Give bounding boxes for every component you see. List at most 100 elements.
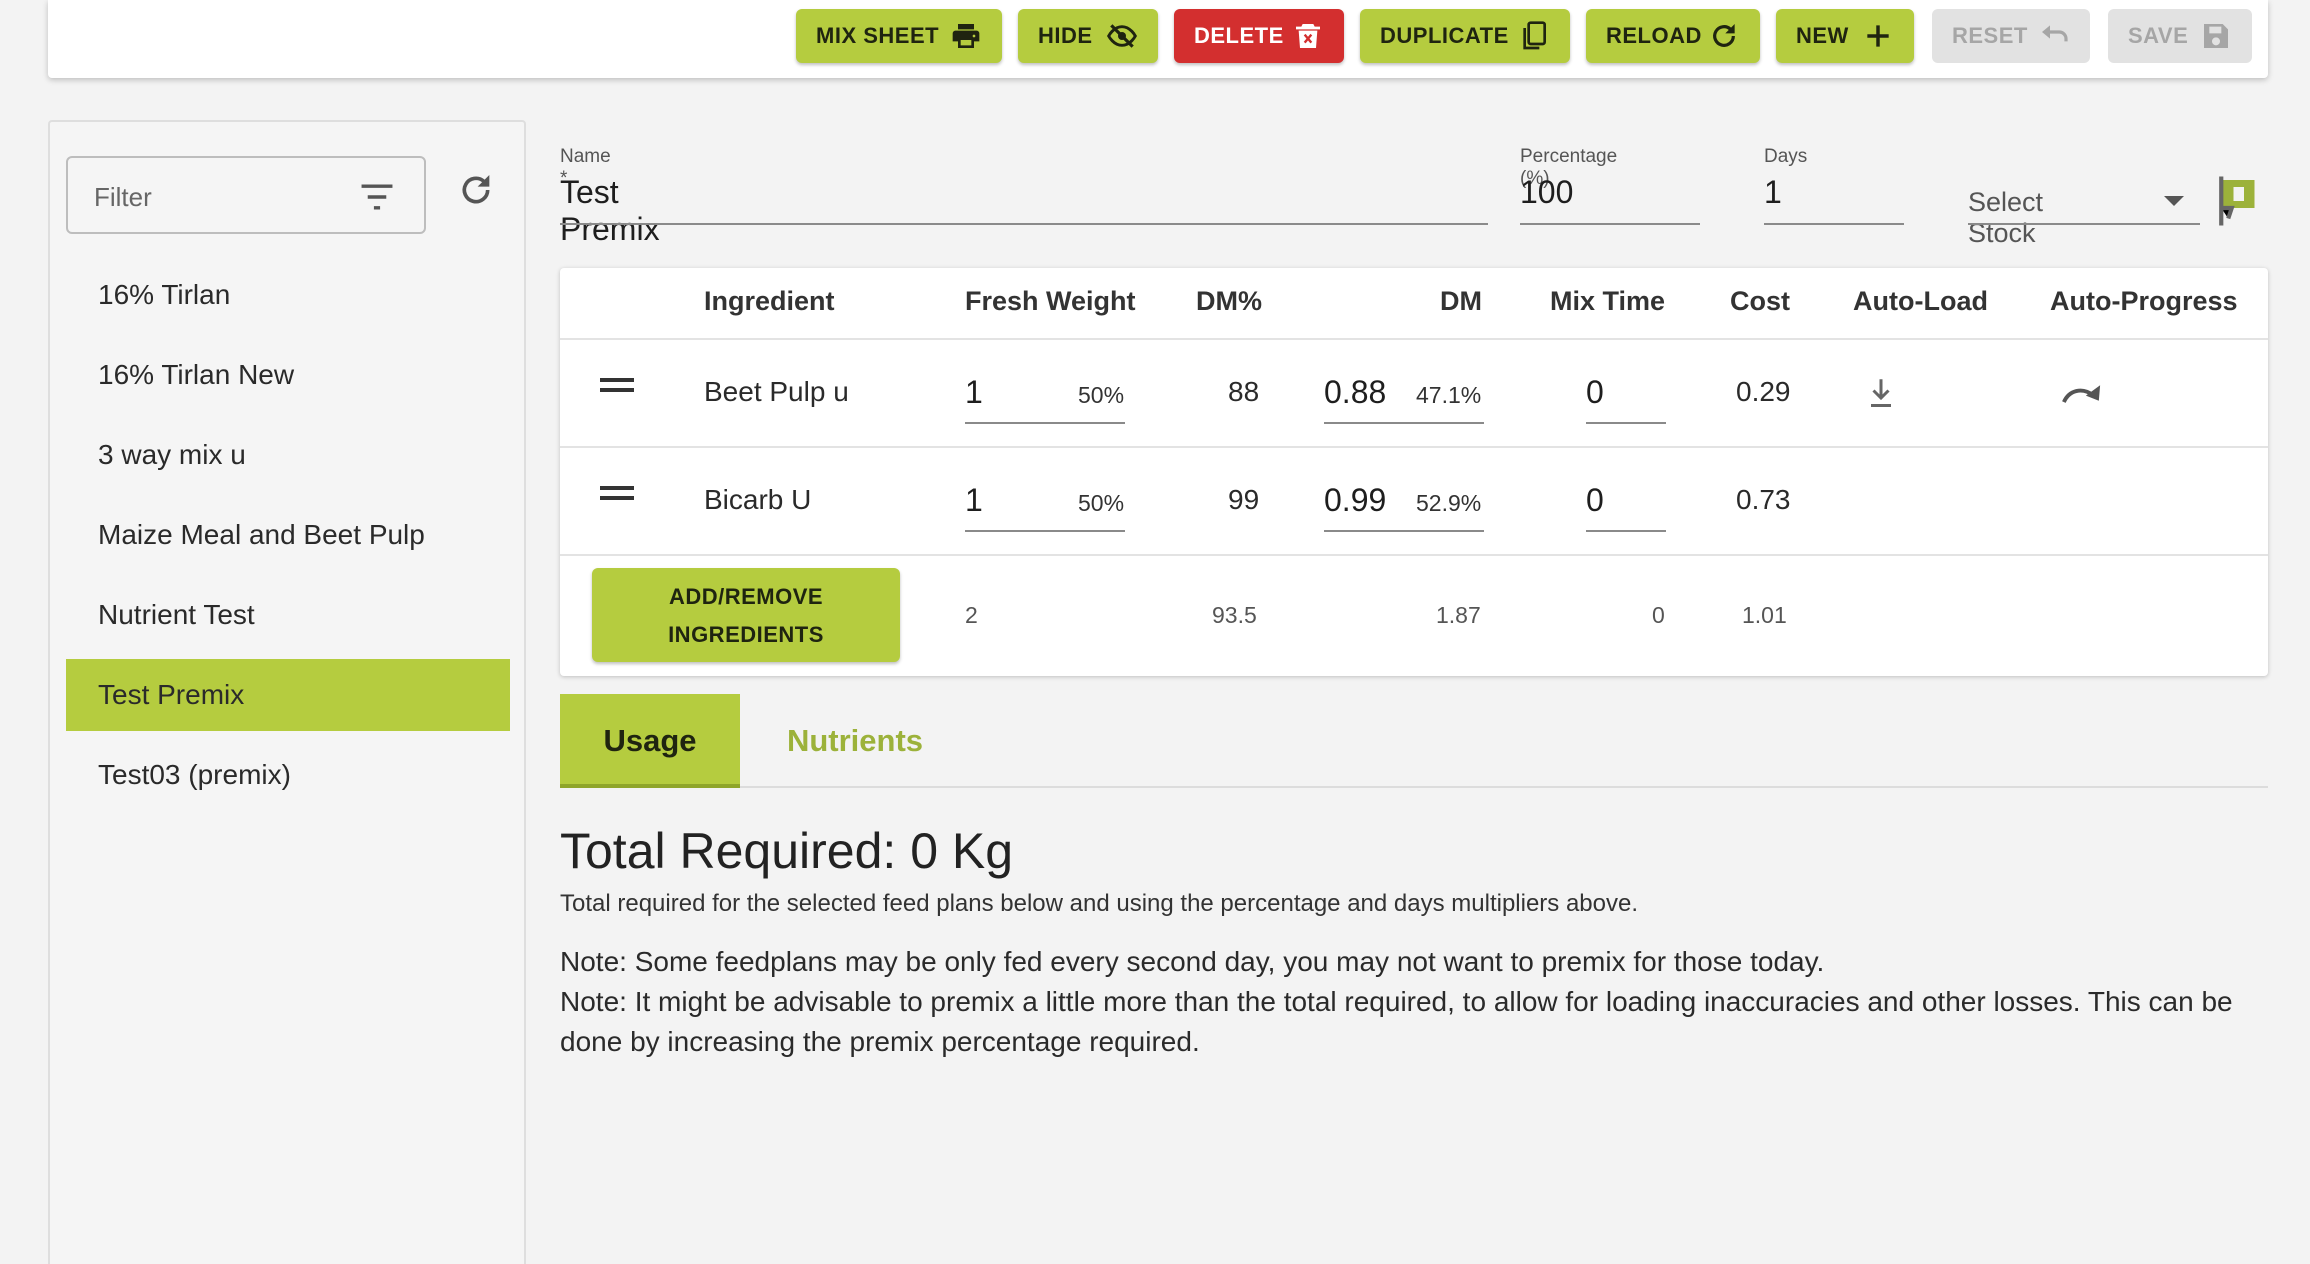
dm-underline	[1324, 530, 1484, 532]
header-fresh-weight: Fresh Weight	[965, 286, 1136, 316]
sidebar-item-maize-meal-and-beet-pulp[interactable]: Maize Meal and Beet Pulp	[66, 499, 510, 571]
sidebar-item-label: 16% Tirlan New	[98, 359, 295, 390]
fresh-weight-percent: 50%	[1078, 490, 1125, 516]
mix-sheet-label: MIX SHEET	[816, 23, 940, 48]
drag-handle-icon[interactable]	[600, 378, 634, 392]
tab-usage[interactable]: Usage	[560, 694, 740, 788]
delete-button[interactable]: DELETE	[1174, 9, 1344, 63]
download-icon[interactable]	[1866, 376, 1896, 410]
note-premix-more: Note: It might be advisable to premix a …	[560, 986, 2233, 1057]
dm-underline	[1324, 422, 1484, 424]
filter-input[interactable]	[94, 180, 344, 214]
sidebar-item-label: 16% Tirlan	[98, 279, 231, 310]
header-divider	[560, 338, 2268, 340]
mix-time-input[interactable]: 0	[1586, 482, 1604, 519]
sidebar-item-16-tirlan[interactable]: 16% Tirlan	[66, 259, 510, 331]
toolbar: MIX SHEET HIDE DELETE DUPLICATE RELOAD N…	[48, 0, 2268, 78]
undo-icon	[2042, 25, 2068, 42]
header-mix-time: Mix Time	[1550, 286, 1666, 316]
tab-usage-label: Usage	[603, 723, 697, 758]
sidebar-item-16-tirlan-new[interactable]: 16% Tirlan New	[66, 339, 510, 411]
tabs-divider	[740, 786, 2268, 788]
save-label: SAVE	[2128, 23, 2189, 48]
save-button[interactable]: SAVE	[2108, 9, 2252, 63]
reset-button[interactable]: RESET	[1932, 9, 2090, 63]
fresh-weight-underline	[965, 422, 1125, 424]
dm-percent: 88	[1228, 376, 1260, 407]
dm-input[interactable]: 0.88	[1324, 374, 1386, 411]
reset-label: RESET	[1952, 23, 2028, 48]
mix-time-underline	[1586, 530, 1666, 532]
hide-label: HIDE	[1038, 23, 1093, 48]
dm-input[interactable]: 0.99	[1324, 482, 1386, 519]
sidebar-item-label: 3 way mix u	[98, 439, 246, 470]
total-required-description: Total required for the selected feed pla…	[560, 890, 1639, 917]
fresh-weight-percent: 50%	[1078, 382, 1125, 408]
printer-icon	[952, 24, 980, 48]
cost-value: 0.73	[1736, 484, 1791, 515]
days-label: Days	[1764, 146, 1808, 167]
duplicate-button[interactable]: DUPLICATE	[1360, 9, 1570, 63]
name-underline	[560, 223, 1488, 225]
duplicate-label: DUPLICATE	[1380, 23, 1509, 48]
delete-label: DELETE	[1194, 23, 1284, 48]
stock-select[interactable]: Select Stock	[1968, 187, 2043, 249]
name-field[interactable]: Test Premix	[560, 174, 660, 248]
sidebar-item-nutrient-test[interactable]: Nutrient Test	[66, 579, 510, 651]
redo-arrow-icon[interactable]	[2060, 380, 2104, 406]
dm-percent: 99	[1228, 484, 1260, 515]
total-mix-time: 0	[1652, 602, 1665, 628]
total-cost: 1.01	[1742, 602, 1787, 628]
sidebar: 16% Tirlan 16% Tirlan New 3 way mix u Ma…	[48, 120, 526, 1264]
sidebar-item-3-way-mix-u[interactable]: 3 way mix u	[66, 419, 510, 491]
fresh-weight-underline	[965, 530, 1125, 532]
header-dm: DM	[1440, 286, 1482, 316]
header-cost: Cost	[1730, 286, 1790, 316]
header-dm-pct: DM%	[1196, 286, 1262, 316]
sidebar-item-label: Nutrient Test	[98, 599, 255, 630]
ingredient-name: Beet Pulp u	[704, 376, 849, 407]
drag-handle-icon[interactable]	[600, 486, 634, 500]
row-divider	[560, 446, 2268, 448]
filter-box	[66, 156, 426, 234]
hide-button[interactable]: HIDE	[1018, 9, 1158, 63]
dm-share: 52.9%	[1416, 490, 1482, 516]
filter-lines-icon[interactable]	[358, 180, 396, 214]
days-underline	[1764, 223, 1904, 225]
feed-bin-icon[interactable]	[2216, 176, 2258, 226]
total-dm: 1.87	[1436, 602, 1481, 628]
trash-icon	[1296, 24, 1320, 48]
sidebar-item-label: Test Premix	[98, 679, 245, 710]
floppy-icon	[2204, 24, 2228, 48]
tab-nutrients-label: Nutrients	[786, 723, 924, 758]
new-label: NEW	[1796, 23, 1849, 48]
tab-nutrients[interactable]: Nutrients	[760, 694, 950, 788]
new-button[interactable]: NEW	[1776, 9, 1914, 63]
sidebar-item-test03-premix[interactable]: Test03 (premix)	[66, 739, 510, 811]
add-remove-ingredients-button[interactable]: ADD/REMOVE INGREDIENTS	[592, 568, 900, 662]
days-field[interactable]: 1	[1764, 174, 1782, 211]
ingredients-table: Ingredient Fresh Weight DM% DM Mix Time …	[560, 268, 2268, 676]
sidebar-item-label: Maize Meal and Beet Pulp	[98, 519, 425, 550]
refresh-icon[interactable]	[456, 170, 496, 210]
header-ingredient: Ingredient	[704, 286, 835, 316]
reload-button[interactable]: RELOAD	[1586, 9, 1760, 63]
chevron-down-icon[interactable]	[2164, 196, 2184, 206]
plus-icon	[1867, 25, 1889, 47]
cost-value: 0.29	[1736, 376, 1791, 407]
sidebar-item-label: Test03 (premix)	[98, 759, 291, 790]
percentage-field[interactable]: 100	[1520, 174, 1573, 211]
ingredient-name: Bicarb U	[704, 484, 812, 515]
copy-icon	[1523, 21, 1546, 50]
fresh-weight-input[interactable]: 1	[965, 374, 983, 411]
stock-underline	[1968, 223, 2200, 225]
percentage-underline	[1520, 223, 1700, 225]
mix-sheet-button[interactable]: MIX SHEET	[796, 9, 1002, 63]
reload-label: RELOAD	[1606, 23, 1702, 48]
fresh-weight-input[interactable]: 1	[965, 482, 983, 519]
add-remove-label-line1: ADD/REMOVE	[668, 584, 824, 609]
mix-time-input[interactable]: 0	[1586, 374, 1604, 411]
header-auto-progress: Auto-Progress	[2050, 286, 2238, 316]
add-remove-label-line2: INGREDIENTS	[668, 622, 824, 647]
sidebar-item-test-premix[interactable]: Test Premix	[66, 659, 510, 731]
